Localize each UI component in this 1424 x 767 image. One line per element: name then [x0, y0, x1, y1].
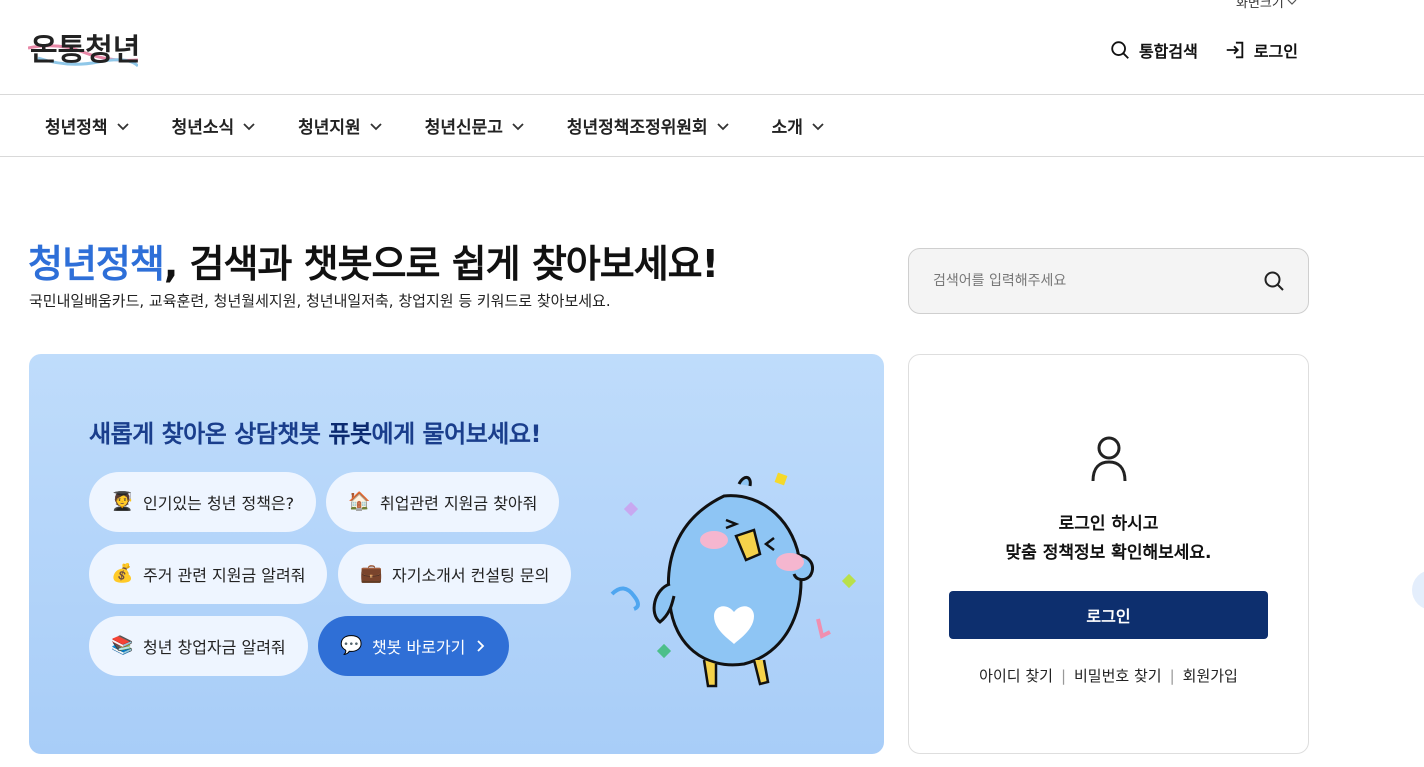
search-box	[908, 248, 1309, 314]
nav-item-about[interactable]: 소개	[772, 113, 825, 138]
house-icon: 🏠	[348, 491, 371, 512]
logo[interactable]: 온통청년	[28, 22, 138, 78]
nav-label: 청년신문고	[424, 118, 503, 138]
chatbot-question-label: 주거 관련 지원금 알려줘	[143, 566, 306, 585]
find-password-link[interactable]: 비밀번호 찾기	[1074, 665, 1162, 686]
nav-item-youth-petition[interactable]: 청년신문고	[425, 113, 525, 138]
floating-side-button[interactable]	[1412, 570, 1424, 610]
hero-title-rest: , 검색과 챗봇으로 쉽게 찾아보세요!	[163, 242, 719, 286]
logo-text: 온통청년	[30, 33, 138, 68]
nav-label: 청년정책	[45, 118, 108, 138]
graduate-icon: 🧑‍🎓	[111, 491, 134, 512]
books-icon: 📚	[111, 635, 134, 656]
chatbot-question-button[interactable]: 🏠 취업관련 지원금 찾아줘	[326, 472, 560, 532]
chatbot-question-button[interactable]: 💰 주거 관련 지원금 알려줘	[89, 544, 328, 604]
chatbot-question-label: 인기있는 청년 정책은?	[143, 494, 295, 513]
login-message-line2: 맞춤 정책정보 확인해보세요.	[1005, 543, 1212, 563]
chatbot-heading-name: 퓨봇	[328, 420, 372, 448]
chevron-down-icon	[812, 122, 824, 130]
chatbot-heading-post: 에게 물어보세요!	[371, 420, 542, 448]
header-login-button[interactable]: 로그인	[1224, 38, 1298, 62]
login-button[interactable]: 로그인	[949, 591, 1268, 639]
chatbot-question-label: 자기소개서 컨설팅 문의	[392, 566, 550, 585]
briefcase-icon: 💼	[360, 563, 383, 584]
nav-label: 청년지원	[298, 118, 361, 138]
signup-link[interactable]: 회원가입	[1183, 665, 1238, 686]
chatbot-question-button[interactable]: 📚 청년 창업자금 알려줘	[89, 616, 308, 676]
search-icon	[1111, 41, 1129, 59]
chevron-down-icon	[370, 122, 382, 130]
nav-item-youth-policy[interactable]: 청년정책	[45, 113, 130, 138]
chatbot-question-label: 취업관련 지원금 찾아줘	[380, 494, 538, 513]
chat-bubble-icon: 💬	[340, 635, 363, 656]
chevron-down-icon	[512, 122, 524, 130]
total-search-button[interactable]: 통합검색	[1109, 38, 1198, 62]
site-header: 온통청년 통합검색 로그인	[0, 0, 1424, 95]
search-input[interactable]	[933, 273, 1262, 289]
money-bag-icon: 💰	[111, 563, 134, 584]
mascot-illustration	[610, 472, 857, 688]
nav-item-youth-news[interactable]: 청년소식	[172, 113, 257, 138]
total-search-label: 통합검색	[1138, 42, 1198, 61]
chatbot-heading-pre: 새롭게 찾아온 상담챗봇	[89, 420, 329, 448]
chatbot-heading: 새롭게 찾아온 상담챗봇 퓨봇에게 물어보세요!	[89, 414, 541, 449]
divider: |	[1060, 666, 1066, 685]
chatbot-panel: 새롭게 찾아온 상담챗봇 퓨봇에게 물어보세요! 🧑‍🎓 인기있는 청년 정책은…	[29, 354, 884, 754]
nav-item-youth-support[interactable]: 청년지원	[298, 113, 383, 138]
nav-label: 청년정책조정위원회	[566, 118, 708, 138]
header-login-label: 로그인	[1253, 42, 1298, 61]
chatbot-question-label: 청년 창업자금 알려줘	[143, 638, 286, 657]
account-links: 아이디 찾기 | 비밀번호 찾기 | 회원가입	[909, 665, 1308, 686]
hero-title-accent: 청년정책	[28, 242, 165, 286]
login-message-line1: 로그인 하시고	[1058, 514, 1159, 534]
user-icon	[1091, 436, 1127, 482]
login-arrow-icon	[1226, 41, 1244, 59]
hero-title: 청년정책, 검색과 챗봇으로 쉽게 찾아보세요!	[28, 233, 719, 288]
chatbot-question-button[interactable]: 💼 자기소개서 컨설팅 문의	[338, 544, 572, 604]
chevron-down-icon	[717, 122, 729, 130]
chatbot-go-label: 챗봇 바로가기	[372, 638, 466, 657]
chevron-down-icon	[116, 122, 129, 130]
divider: |	[1169, 666, 1175, 685]
login-card: 로그인 하시고 맞춤 정책정보 확인해보세요. 로그인 아이디 찾기 | 비밀번…	[908, 354, 1309, 754]
nav-label: 소개	[771, 118, 803, 138]
nav-item-policy-committee[interactable]: 청년정책조정위원회	[567, 113, 730, 138]
find-id-link[interactable]: 아이디 찾기	[979, 665, 1053, 686]
chevron-right-icon	[477, 640, 485, 652]
login-message: 로그인 하시고 맞춤 정책정보 확인해보세요.	[909, 510, 1308, 568]
chatbot-question-button[interactable]: 🧑‍🎓 인기있는 청년 정책은?	[89, 472, 317, 532]
hero-subtitle: 국민내일배움카드, 교육훈련, 청년월세지원, 청년내일저축, 창업지원 등 키…	[29, 292, 611, 310]
main-navigation: 청년정책 청년소식 청년지원 청년신문고 청년정책조정위원회 소개	[0, 95, 1424, 157]
nav-label: 청년소식	[171, 118, 235, 138]
search-icon[interactable]	[1262, 269, 1286, 293]
chatbot-go-button[interactable]: 💬 챗봇 바로가기	[318, 616, 510, 676]
chevron-down-icon	[243, 122, 255, 130]
